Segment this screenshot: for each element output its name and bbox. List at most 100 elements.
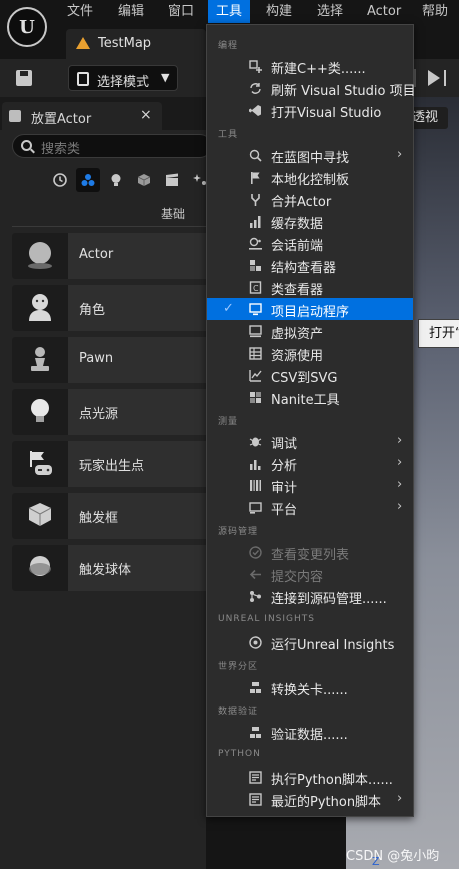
menu-item-audit[interactable]: 审计 › — [207, 474, 413, 496]
menu-item-class-viewer[interactable]: C 类查看器 — [207, 276, 413, 298]
category-bar — [48, 168, 208, 192]
section-instrumentation: 测量 — [218, 417, 239, 427]
category-divider — [12, 226, 212, 227]
recent-category-icon[interactable] — [48, 168, 72, 192]
menu-item-new-cpp-class[interactable]: 新建C++类...... — [207, 55, 413, 77]
select-mode-button[interactable]: 选择模式 ▼ — [68, 65, 178, 91]
menu-item-label: 最近的Python脚本 — [271, 795, 382, 810]
lights-category-icon[interactable] — [104, 168, 128, 192]
menu-item-label: 调试 — [271, 437, 298, 452]
menu-actor[interactable]: Actor — [359, 0, 409, 23]
place-actor-tab[interactable]: 放置Actor × — [2, 102, 162, 130]
add-class-icon — [249, 60, 262, 73]
menu-item-struct-viewer[interactable]: 结构查看器 — [207, 254, 413, 276]
bar-chart-icon — [250, 216, 261, 228]
menu-edit[interactable]: 编辑 — [110, 0, 152, 23]
close-icon[interactable]: × — [140, 107, 152, 123]
player-start-icon — [30, 451, 52, 475]
menu-item-virtual-assets[interactable]: 虚拟资产 — [207, 320, 413, 342]
menu-item-connect-source-control[interactable]: 连接到源码管理...... — [207, 585, 413, 607]
menu-item-merge-actor[interactable]: 合并Actor — [207, 188, 413, 210]
check-circle-icon — [249, 546, 262, 559]
unreal-logo-icon[interactable]: U — [7, 7, 47, 47]
actor-item-actor[interactable]: Actor — [12, 233, 212, 279]
skip-icon[interactable] — [444, 70, 446, 86]
submenu-arrow-icon: › — [397, 791, 403, 806]
class-icon: C — [249, 281, 262, 294]
menu-item-refresh-vs[interactable]: 刷新 Visual Studio 项目 — [207, 77, 416, 99]
cinematic-category-icon[interactable] — [160, 168, 184, 192]
save-icon[interactable] — [14, 68, 34, 88]
menu-file[interactable]: 文件 — [59, 0, 101, 23]
menu-item-resource-usage[interactable]: 资源使用 — [207, 342, 413, 364]
actor-item-label: Pawn — [79, 351, 114, 366]
section-programming: 编程 — [218, 41, 239, 51]
submenu-arrow-icon: › — [397, 455, 403, 470]
section-world-partition: 世界分区 — [218, 662, 259, 672]
menu-item-view-changelists: 查看变更列表 — [207, 541, 413, 563]
menu-item-label: 刷新 Visual Studio 项目 — [271, 84, 416, 99]
menu-item-label: 执行Python脚本...... — [271, 773, 393, 788]
menu-item-platform[interactable]: 平台 › — [207, 496, 413, 518]
menu-item-localization-dashboard[interactable]: 本地化控制板 — [207, 166, 413, 188]
actor-item-character[interactable]: 角色 — [12, 285, 212, 331]
place-actor-panel: 放置Actor × 搜索类 基础 Actor 角色 Pawn 点光源 玩家出生点… — [0, 97, 212, 869]
actor-item-trigger-box[interactable]: 触发框 — [12, 493, 212, 539]
section-python: PYTHON — [218, 749, 261, 759]
perspective-button[interactable]: 透视 — [408, 107, 448, 129]
actor-item-point-light[interactable]: 点光源 — [12, 389, 212, 435]
menu-bar: U 文件 编辑 窗口 工具 构建 选择 Actor 帮助 — [0, 0, 459, 47]
actor-item-label: Actor — [79, 247, 114, 262]
sphere-icon — [28, 242, 52, 269]
basic-category-icon[interactable] — [76, 168, 100, 192]
menu-item-debug[interactable]: 调试 › — [207, 430, 413, 452]
trigger-sphere-icon — [29, 556, 51, 576]
visual-studio-icon — [249, 105, 261, 116]
light-bulb-icon — [31, 399, 49, 422]
menu-item-nanite-tools[interactable]: Nanite工具 — [207, 386, 413, 408]
menu-item-label: 合并Actor — [271, 195, 332, 210]
menu-item-label: 查看变更列表 — [271, 548, 350, 563]
menu-item-cache-data[interactable]: 缓存数据 — [207, 210, 413, 232]
menu-item-session-frontend[interactable]: 会话前端 — [207, 232, 413, 254]
insights-icon — [249, 636, 262, 649]
find-icon — [249, 149, 262, 162]
menu-item-label: 缓存数据 — [271, 217, 324, 232]
level-tab[interactable]: TestMap — [66, 29, 206, 59]
section-tools: 工具 — [218, 130, 239, 140]
section-unreal-insights: UNREAL INSIGHTS — [218, 614, 315, 624]
pawn-icon — [31, 347, 49, 371]
menu-item-validate-data[interactable]: 验证数据...... — [207, 721, 413, 743]
menu-window[interactable]: 窗口 — [160, 0, 202, 23]
search-input[interactable]: 搜索类 — [12, 134, 212, 158]
actor-item-pawn[interactable]: Pawn — [12, 337, 212, 383]
audit-icon — [250, 480, 261, 491]
shapes-category-icon[interactable] — [132, 168, 156, 192]
flag-icon — [251, 172, 260, 184]
actor-item-trigger-sphere[interactable]: 触发球体 — [12, 545, 212, 591]
menu-item-find-in-blueprints[interactable]: 在蓝图中寻找 › — [207, 144, 413, 166]
menu-tools[interactable]: 工具 — [208, 0, 251, 23]
menu-build[interactable]: 构建 — [258, 0, 300, 23]
chart-icon — [249, 370, 262, 382]
refresh-icon — [250, 83, 261, 94]
menu-item-profile[interactable]: 分析 › — [207, 452, 413, 474]
menu-item-project-launcher[interactable]: ✓ 项目启动程序 — [207, 298, 413, 320]
menu-item-run-unreal-insights[interactable]: 运行Unreal Insights — [207, 631, 413, 653]
connect-icon — [250, 591, 261, 602]
menu-select[interactable]: 选择 — [309, 0, 351, 23]
menu-help[interactable]: 帮助 — [414, 0, 456, 23]
menu-item-execute-python-script[interactable]: 执行Python脚本...... — [207, 766, 413, 788]
menu-item-recent-python-scripts[interactable]: 最近的Python脚本 › — [207, 788, 413, 810]
validate-icon — [250, 727, 261, 738]
play-icon[interactable] — [428, 70, 440, 86]
menu-item-csv-to-svg[interactable]: CSV到SVG — [207, 364, 413, 386]
section-source-control: 源码管理 — [218, 527, 259, 537]
menu-item-label: 分析 — [271, 459, 298, 474]
actor-item-label: 角色 — [79, 303, 106, 318]
menu-item-label: Nanite工具 — [271, 393, 340, 408]
menu-item-open-vs[interactable]: 打开Visual Studio — [207, 99, 413, 121]
menu-item-convert-level[interactable]: 转换关卡...... — [207, 676, 413, 698]
watermark: CSDN @兔小昀 — [346, 849, 440, 864]
actor-item-player-start[interactable]: 玩家出生点 — [12, 441, 212, 487]
